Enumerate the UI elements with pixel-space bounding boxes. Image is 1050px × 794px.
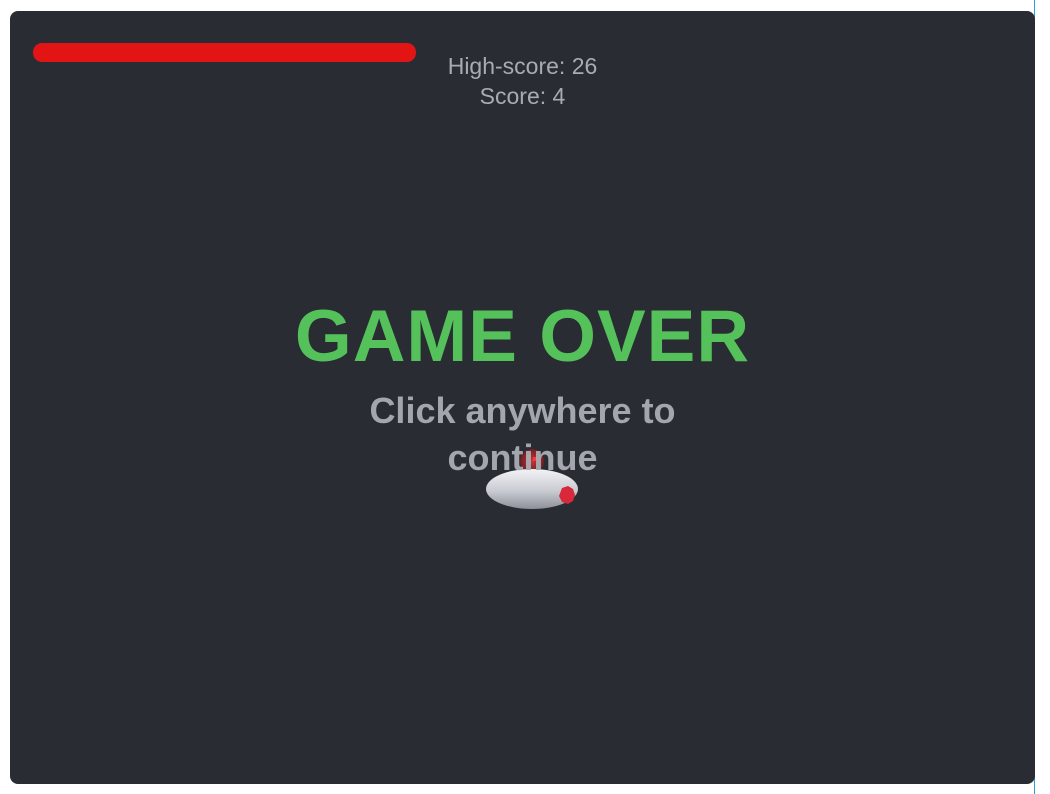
game-canvas[interactable]: High-score: 26 Score: 4 GAME OVER Click … <box>10 11 1035 784</box>
page: High-score: 26 Score: 4 GAME OVER Click … <box>0 0 1050 794</box>
continue-prompt: Click anywhere to continue <box>369 390 676 478</box>
score-text: Score: 4 <box>479 83 566 109</box>
game-over-title: GAME OVER <box>294 296 751 377</box>
high-score-text: High-score: 26 <box>447 53 598 79</box>
scoreboard: High-score: 26 Score: 4 <box>10 51 1035 111</box>
